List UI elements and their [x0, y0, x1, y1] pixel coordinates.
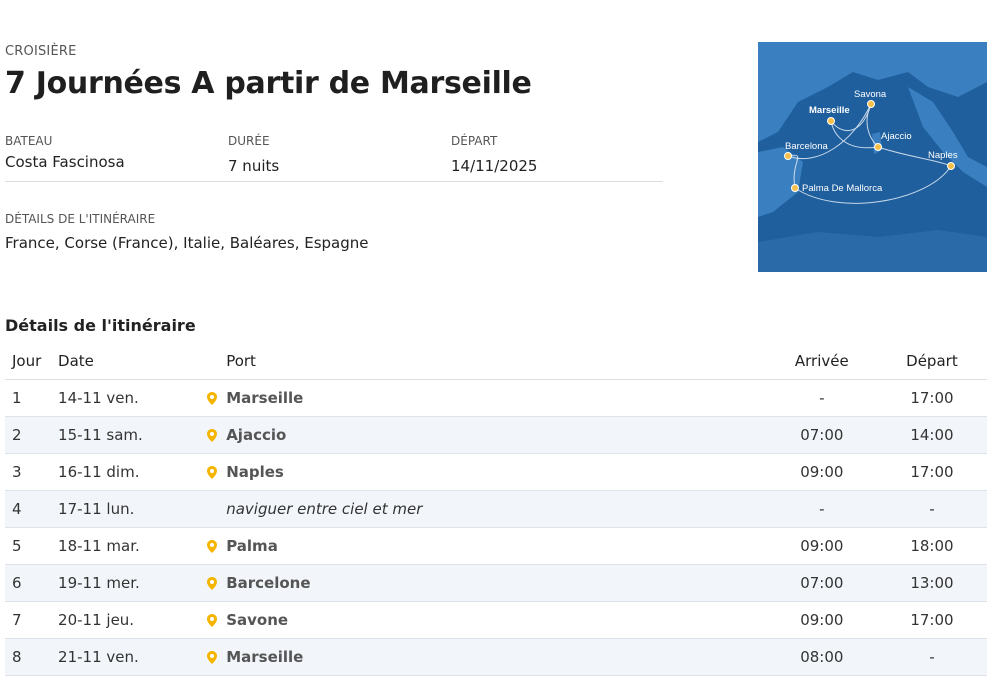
table-row: 5 18-11 mar. Palma 09:00 18:00 — [5, 527, 987, 565]
table-row: 2 15-11 sam. Ajaccio 07:00 14:00 — [5, 416, 987, 454]
table-row: 1 14-11 ven. Marseille - 17:00 — [5, 379, 987, 417]
location-pin-icon — [198, 564, 227, 602]
port-name: Savone — [226, 611, 289, 629]
map-port-barcelona[interactable] — [784, 152, 792, 160]
map-graphic: Savona Marseille Ajaccio Barcelona Naple… — [758, 42, 987, 272]
cell-port: Savone — [226, 601, 767, 639]
location-pin-icon — [198, 453, 227, 491]
col-header-day: Jour — [5, 342, 59, 380]
cruise-eyebrow: CROISIÈRE — [5, 44, 77, 59]
map-port-naples[interactable] — [947, 162, 955, 170]
location-pin-icon — [198, 527, 227, 565]
cell-departure: 18:00 — [876, 527, 987, 565]
location-pin-icon — [198, 601, 227, 639]
location-pin-icon — [198, 638, 227, 676]
sea-day-text: naviguer entre ciel et mer — [226, 500, 423, 518]
cell-arrival: - — [766, 490, 877, 528]
cell-port: naviguer entre ciel et mer — [226, 490, 767, 528]
col-header-port: Port — [226, 342, 767, 380]
col-header-departure: Départ — [876, 342, 987, 380]
map-port-savona[interactable] — [867, 100, 875, 108]
cell-day: 7 — [5, 601, 59, 639]
cell-date: 15-11 sam. — [58, 416, 199, 454]
table-row: 8 21-11 ven. Marseille 08:00 - — [5, 638, 987, 676]
map-label-marseille: Marseille — [809, 105, 850, 116]
ship-label: BATEAU — [5, 134, 53, 148]
cell-port: Ajaccio — [226, 416, 767, 454]
departure-value: 14/11/2025 — [451, 157, 538, 175]
cell-port: Palma — [226, 527, 767, 565]
cell-port: Marseille — [226, 638, 767, 676]
departure-label: DÉPART — [451, 134, 498, 148]
cell-port: Naples — [226, 453, 767, 491]
table-row: 7 20-11 jeu. Savone 09:00 17:00 — [5, 601, 987, 639]
port-name: Barcelone — [226, 574, 311, 592]
itinerary-summary-label: DÉTAILS DE L'ITINÉRAIRE — [5, 212, 156, 226]
duration-value: 7 nuits — [228, 157, 280, 175]
cell-date: 21-11 ven. — [58, 638, 199, 676]
map-port-palma[interactable] — [791, 184, 799, 192]
cell-arrival: 09:00 — [766, 453, 877, 491]
table-row: 6 19-11 mer. Barcelone 07:00 13:00 — [5, 564, 987, 602]
ship-value: Costa Fascinosa — [5, 153, 125, 171]
location-pin-icon — [198, 416, 227, 454]
cell-day: 6 — [5, 564, 59, 602]
cell-arrival: 08:00 — [766, 638, 877, 676]
map-label-ajaccio: Ajaccio — [881, 131, 912, 142]
cell-day: 2 — [5, 416, 59, 454]
page-title: 7 Journées A partir de Marseille — [5, 66, 532, 101]
port-name: Palma — [226, 537, 278, 555]
itinerary-table-title: Détails de l'itinéraire — [5, 316, 196, 335]
cell-day: 5 — [5, 527, 59, 565]
table-row: 3 16-11 dim. Naples 09:00 17:00 — [5, 453, 987, 491]
cell-pin-empty — [198, 490, 227, 528]
cell-departure: 17:00 — [876, 453, 987, 491]
map-label-savona: Savona — [854, 89, 887, 100]
cell-day: 1 — [5, 379, 59, 417]
cell-arrival: 07:00 — [766, 564, 877, 602]
port-name: Naples — [226, 463, 284, 481]
itinerary-table: Jour Date Port Arrivée Départ 1 14-11 ve… — [5, 342, 987, 676]
cell-port: Marseille — [226, 379, 767, 417]
itinerary-summary-value: France, Corse (France), Italie, Baléares… — [5, 234, 369, 252]
map-label-palma: Palma De Mallorca — [802, 183, 883, 194]
cell-day: 4 — [5, 490, 59, 528]
cell-date: 18-11 mar. — [58, 527, 199, 565]
meta-divider — [5, 181, 663, 182]
cell-date: 14-11 ven. — [58, 379, 199, 417]
cell-departure: 17:00 — [876, 601, 987, 639]
itinerary-map[interactable]: Savona Marseille Ajaccio Barcelona Naple… — [758, 42, 987, 272]
cell-date: 20-11 jeu. — [58, 601, 199, 639]
col-header-pin — [198, 342, 227, 380]
location-pin-icon — [198, 379, 227, 417]
cell-day: 3 — [5, 453, 59, 491]
map-label-naples: Naples — [928, 150, 958, 161]
cell-arrival: - — [766, 379, 877, 417]
cell-arrival: 09:00 — [766, 601, 877, 639]
cell-arrival: 09:00 — [766, 527, 877, 565]
cell-day: 8 — [5, 638, 59, 676]
cell-port: Barcelone — [226, 564, 767, 602]
map-label-barcelona: Barcelona — [785, 141, 828, 152]
map-port-ajaccio[interactable] — [874, 143, 882, 151]
cell-date: 17-11 lun. — [58, 490, 199, 528]
cell-arrival: 07:00 — [766, 416, 877, 454]
col-header-date: Date — [58, 342, 199, 380]
cell-departure: - — [876, 490, 987, 528]
col-header-arrival: Arrivée — [766, 342, 877, 380]
table-header-row: Jour Date Port Arrivée Départ — [5, 342, 987, 380]
cell-departure: - — [876, 638, 987, 676]
table-row: 4 17-11 lun. naviguer entre ciel et mer … — [5, 490, 987, 528]
duration-label: DURÉE — [228, 134, 270, 148]
port-name: Marseille — [226, 648, 304, 666]
cell-date: 19-11 mer. — [58, 564, 199, 602]
cell-departure: 14:00 — [876, 416, 987, 454]
port-name: Marseille — [226, 389, 304, 407]
cell-date: 16-11 dim. — [58, 453, 199, 491]
cell-departure: 13:00 — [876, 564, 987, 602]
cell-departure: 17:00 — [876, 379, 987, 417]
port-name: Ajaccio — [226, 426, 287, 444]
map-port-marseille[interactable] — [827, 117, 835, 125]
